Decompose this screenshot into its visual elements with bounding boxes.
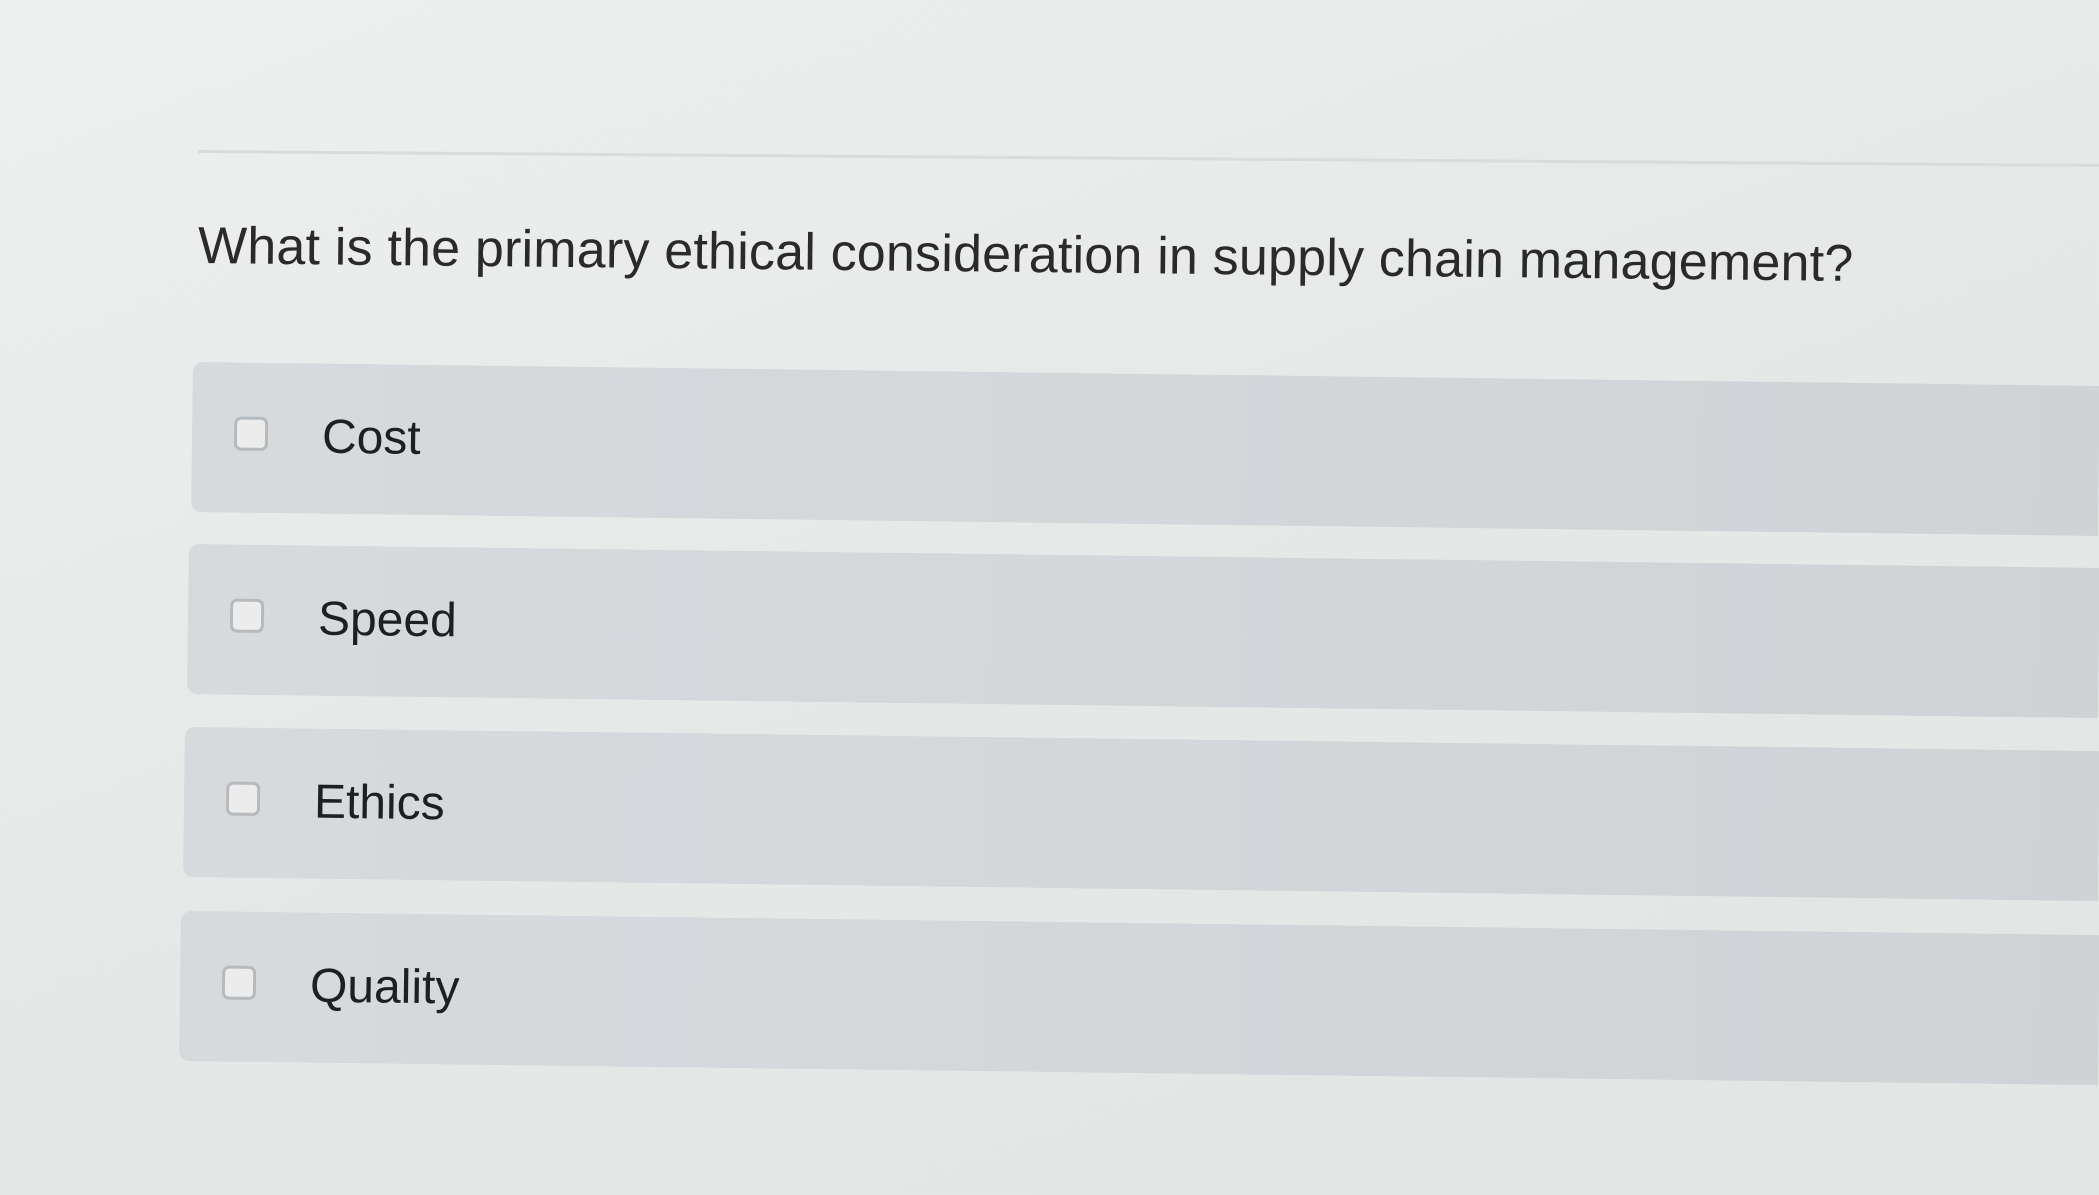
checkbox[interactable]: [221, 965, 257, 1000]
section-divider: [197, 150, 2099, 167]
option-label: Ethics: [313, 775, 446, 831]
checkbox[interactable]: [229, 598, 265, 633]
option-label: Speed: [317, 592, 458, 648]
checkbox[interactable]: [233, 416, 269, 451]
checkbox[interactable]: [225, 781, 261, 816]
question-text: What is the primary ethical consideratio…: [197, 217, 1854, 293]
option-label: Cost: [321, 410, 422, 465]
answer-option-ethics[interactable]: Ethics: [183, 727, 2099, 902]
answer-option-quality[interactable]: Quality: [179, 911, 2099, 1086]
option-label: Quality: [309, 959, 460, 1015]
answer-option-cost[interactable]: Cost: [191, 362, 2099, 536]
answer-option-speed[interactable]: Speed: [187, 544, 2099, 719]
